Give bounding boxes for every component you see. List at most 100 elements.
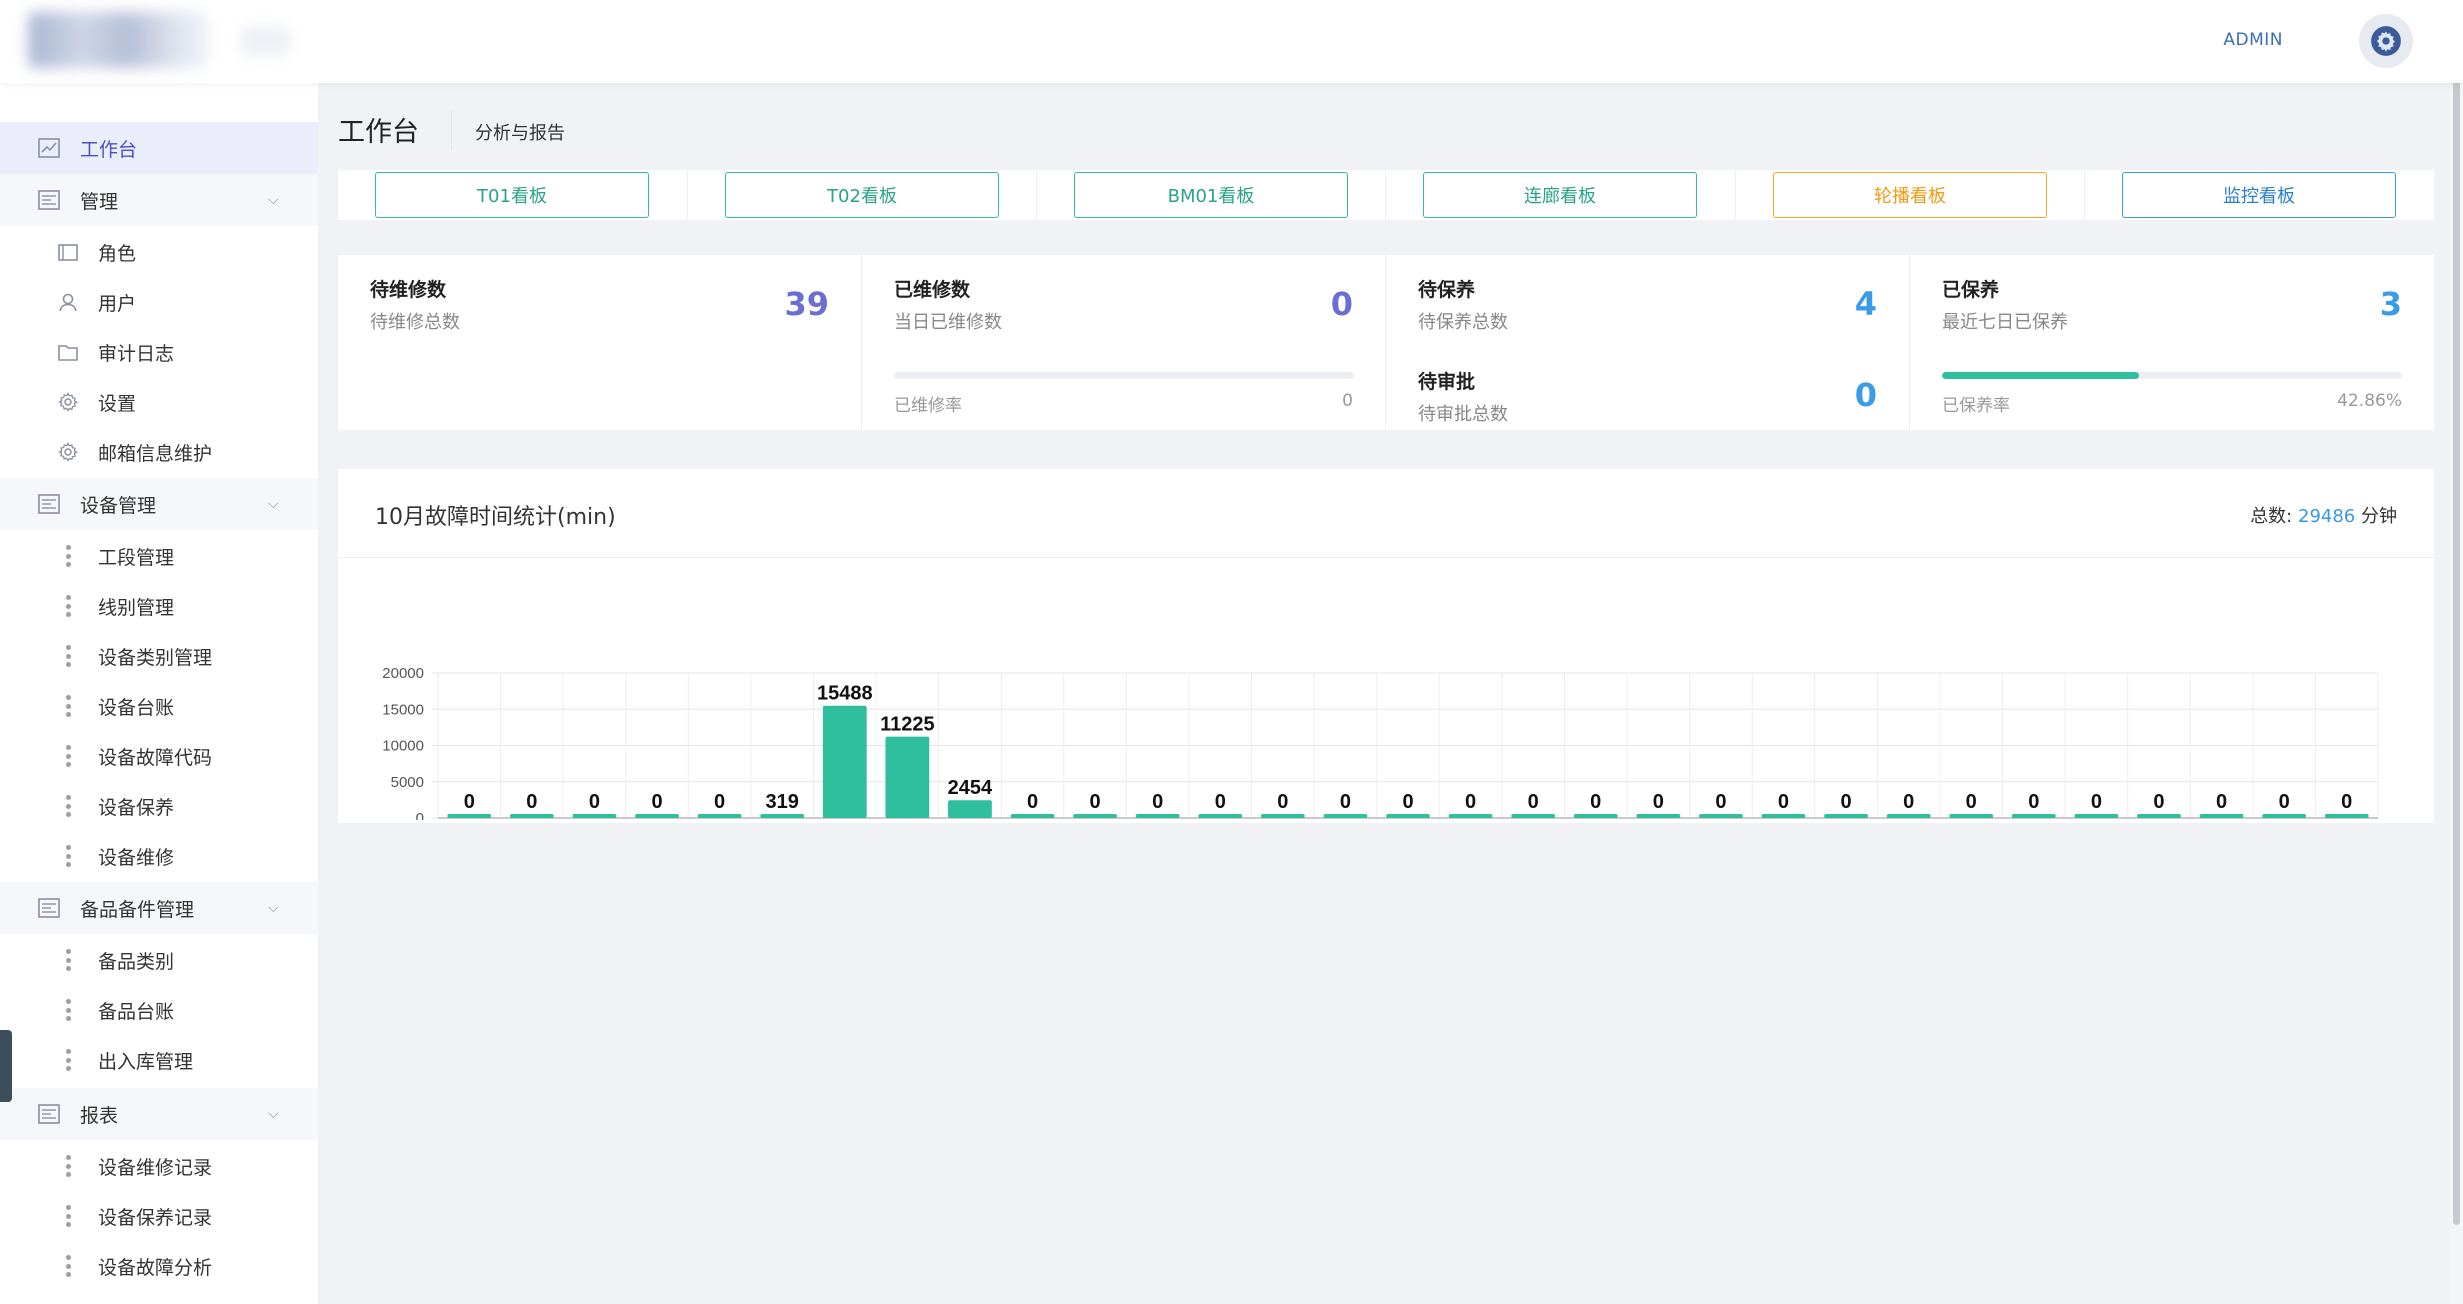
panel-icon: [36, 187, 62, 213]
data-label: 0: [2091, 791, 2102, 813]
sidebar-item-label: 设备类别管理: [98, 646, 213, 669]
board-button-t02[interactable]: T02看板: [725, 172, 999, 218]
bar: [1886, 814, 1931, 818]
avatar[interactable]: [2359, 14, 2413, 68]
data-label: 0: [1715, 791, 1726, 813]
page-title: 工作台: [338, 117, 419, 148]
bar: [2011, 814, 2056, 818]
bar-chart: 05000100001500020000001日002日003日004日005日…: [382, 665, 2379, 820]
sidebar-item-label: 备品台账: [98, 1000, 175, 1023]
chevron-down-icon: ⌵: [268, 496, 279, 512]
page-subtitle: 分析与报告: [475, 123, 565, 144]
sidebar-item[interactable]: 管理 ⌵: [0, 174, 318, 226]
data-label: 0: [1590, 791, 1601, 813]
data-label: 0: [589, 791, 600, 813]
top-header: ADMIN: [0, 0, 2463, 83]
sidebar-item[interactable]: 备品台账: [0, 984, 318, 1036]
dots-icon: [55, 743, 81, 769]
sidebar-item[interactable]: 报表 ⌵: [0, 1088, 318, 1140]
cog-icon: [55, 389, 81, 415]
sidebar-item[interactable]: 邮箱信息维护: [0, 426, 318, 478]
stat-value: 0: [1854, 376, 1877, 414]
logo-secondary: [240, 26, 290, 56]
divider: [687, 170, 688, 220]
sidebar-item[interactable]: 设备类别管理: [0, 630, 318, 682]
sidebar-item-label: 邮箱信息维护: [98, 442, 213, 465]
board-button-monitor[interactable]: 监控看板: [2122, 172, 2396, 218]
sidebar-item[interactable]: 工段管理: [0, 530, 318, 582]
bar: [2324, 814, 2369, 818]
gear-icon: [2371, 26, 2401, 56]
user-name[interactable]: ADMIN: [2223, 30, 2283, 50]
y-tick-label: 20000: [382, 665, 424, 682]
data-label: 0: [2028, 791, 2039, 813]
sidebar-item[interactable]: 设备管理 ⌵: [0, 478, 318, 530]
bar: [635, 814, 679, 818]
window-icon: [55, 239, 81, 265]
bar: [1636, 814, 1681, 818]
chart-total: 总数: 29486 分钟: [2250, 502, 2397, 528]
sidebar-item[interactable]: 线别管理: [0, 580, 318, 632]
data-label: 0: [1402, 791, 1413, 813]
sidebar-item[interactable]: 设备台账: [0, 680, 318, 732]
bar: [1699, 814, 1743, 818]
scrollbar-thumb[interactable]: [2453, 10, 2460, 1225]
sidebar-item[interactable]: 备品备件管理 ⌵: [0, 882, 318, 934]
dots-icon: [55, 1253, 81, 1279]
data-label: 0: [1465, 791, 1476, 813]
data-label: 0: [651, 791, 662, 813]
sidebar-item-label: 审计日志: [98, 342, 175, 365]
sidebar-item[interactable]: 设备保养记录: [0, 1190, 318, 1242]
data-label: 0: [2216, 791, 2227, 813]
sidebar-item-label: 用户: [98, 292, 137, 315]
data-label: 0: [2153, 791, 2164, 813]
stat-value: 4: [1854, 285, 1877, 323]
dots-icon: [55, 1153, 81, 1179]
sidebar-item[interactable]: 设备保养: [0, 780, 318, 832]
panel-icon: [36, 491, 62, 517]
sidebar-item[interactable]: 角色: [0, 226, 318, 278]
y-tick-label: 10000: [382, 738, 424, 755]
data-label: 0: [1215, 791, 1226, 813]
sidebar-item[interactable]: 设备故障分析: [0, 1240, 318, 1292]
board-button-corridor[interactable]: 连廊看板: [1423, 172, 1697, 218]
sidebar-item-label: 设备故障分析: [98, 1256, 213, 1279]
board-toolbar: T01看板 T02看板 BM01看板 连廊看板 轮播看板 监控看板: [338, 170, 2434, 220]
bar: [1198, 814, 1243, 818]
stat-maintenance: 待保养 待保养总数 4 待审批 待审批总数 0: [1386, 255, 1910, 430]
panel-icon: [36, 895, 62, 921]
board-button-bm01[interactable]: BM01看板: [1074, 172, 1348, 218]
data-label: 0: [1152, 791, 1163, 813]
folder-icon: [55, 339, 81, 365]
data-label: 15488: [817, 683, 873, 705]
sidebar-item[interactable]: 审计日志: [0, 326, 318, 378]
data-label: 0: [1277, 791, 1288, 813]
sidebar-item[interactable]: 工作台: [0, 122, 318, 174]
bar: [1573, 814, 1618, 818]
bar: [1761, 814, 1806, 818]
data-label: 0: [1528, 791, 1539, 813]
bar: [1323, 814, 1368, 818]
stat-value: 3: [2379, 285, 2402, 323]
dots-icon: [55, 793, 81, 819]
stat-subtitle: 待维修总数: [370, 312, 460, 333]
sidebar-item[interactable]: 出入库管理: [0, 1034, 318, 1086]
sidebar-item-label: 设备保养记录: [98, 1206, 213, 1229]
sidebar-item[interactable]: 设备故障代码: [0, 730, 318, 782]
side-drawer-handle[interactable]: [0, 1030, 12, 1102]
stat-maintained: 已保养 最近七日已保养 3 已保养率 42.86%: [1910, 255, 2434, 430]
logo: [28, 12, 208, 68]
sidebar-item[interactable]: 用户: [0, 276, 318, 328]
bar: [885, 736, 930, 818]
sidebar-item[interactable]: 设置: [0, 376, 318, 428]
bar: [948, 800, 992, 818]
data-label: 0: [464, 791, 475, 813]
sidebar-item-label: 报表: [80, 1104, 119, 1127]
bar: [1448, 814, 1493, 818]
board-button-t01[interactable]: T01看板: [375, 172, 649, 218]
sidebar-item[interactable]: 备品类别: [0, 934, 318, 986]
sidebar-item[interactable]: 设备维修记录: [0, 1140, 318, 1192]
sidebar-item[interactable]: 设备维修: [0, 830, 318, 882]
data-label: 0: [1653, 791, 1664, 813]
board-button-carousel[interactable]: 轮播看板: [1773, 172, 2047, 218]
